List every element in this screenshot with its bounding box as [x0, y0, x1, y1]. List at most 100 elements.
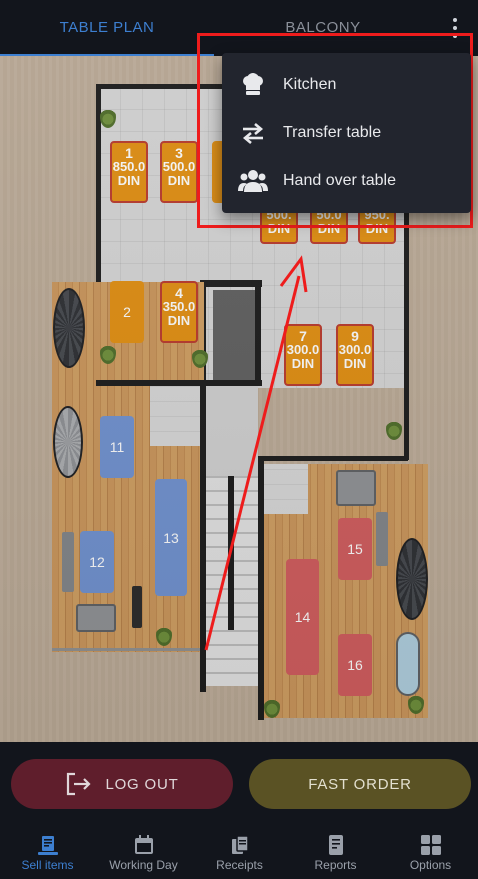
wall	[255, 280, 261, 384]
tab-table-plan[interactable]: TABLE PLAN	[0, 0, 214, 56]
table-currency: DIN	[167, 313, 191, 328]
logout-button[interactable]: LOG OUT	[11, 759, 233, 809]
plant-decoration	[100, 342, 116, 364]
right-terrace-floor	[262, 464, 428, 718]
table-4[interactable]: 4 350.0 DIN	[160, 281, 198, 343]
table-number: 4	[175, 285, 183, 301]
fast-order-button[interactable]: FAST ORDER	[249, 759, 471, 809]
table-amount: 500.0	[162, 159, 196, 174]
table-14[interactable]: 14	[286, 559, 319, 675]
chair-decoration	[132, 586, 142, 628]
table-amount: 350.0	[162, 299, 196, 314]
bottom-navigation: Sell items Working Day Receipts Reports …	[0, 828, 478, 879]
table-number: 7	[299, 328, 307, 344]
table-currency: DIN	[117, 173, 141, 188]
umbrella-decoration	[53, 288, 85, 368]
grid-icon	[420, 834, 442, 856]
menu-item-kitchen[interactable]: Kitchen	[222, 61, 471, 109]
table-currency: DIN	[167, 173, 191, 188]
staircase	[206, 476, 258, 686]
reports-icon	[325, 834, 347, 856]
nav-sell-items[interactable]: Sell items	[0, 828, 95, 879]
table-1[interactable]: 1 850.0 DIN	[110, 141, 148, 203]
table-7[interactable]: 7 300.0 DIN	[284, 324, 322, 386]
transfer-arrows-icon	[237, 119, 269, 147]
service-area	[150, 386, 208, 446]
table-currency: DIN	[343, 356, 367, 371]
left-terrace-floor	[52, 282, 204, 652]
umbrella-decoration	[53, 406, 83, 478]
nav-label: Reports	[314, 858, 357, 872]
logout-icon	[65, 771, 93, 797]
plant-decoration	[386, 418, 402, 440]
nav-receipts[interactable]: Receipts	[192, 828, 287, 879]
sofa-decoration	[396, 632, 420, 696]
receipts-icon	[229, 834, 251, 856]
plant-decoration	[264, 696, 280, 718]
action-bar: LOG OUT FAST ORDER	[0, 742, 478, 828]
table-number: 12	[89, 554, 105, 570]
plant-decoration	[192, 346, 208, 368]
table-currency: DIN	[291, 356, 315, 371]
table-amount: 850.0	[112, 159, 146, 174]
options-popup-menu: Kitchen Transfer table Hand over table	[222, 53, 471, 213]
chair-decoration	[62, 532, 74, 592]
sell-items-icon	[37, 834, 59, 856]
nav-label: Working Day	[109, 858, 178, 872]
table-9[interactable]: 9 300.0 DIN	[336, 324, 374, 386]
right-service-area	[262, 464, 308, 514]
chair-decoration	[376, 512, 388, 566]
table-amount: 300.0	[338, 342, 372, 357]
wall	[200, 280, 262, 287]
nav-options[interactable]: Options	[383, 828, 478, 879]
wall	[96, 84, 101, 384]
app-screen: TABLE PLAN BALCONY 1 850.0 DIN 3 500.0 D…	[0, 0, 478, 879]
table-number: 16	[347, 657, 363, 673]
table-16[interactable]: 16	[338, 634, 372, 696]
menu-item-transfer-table[interactable]: Transfer table	[222, 109, 471, 157]
table-number: 13	[163, 529, 179, 546]
table-13[interactable]: 13	[155, 479, 187, 596]
table-15[interactable]: 15	[338, 518, 372, 580]
menu-item-label: Hand over table	[283, 172, 396, 189]
plant-decoration	[156, 624, 172, 646]
fast-order-label: FAST ORDER	[308, 775, 412, 793]
sofa-decoration	[76, 604, 116, 632]
wall	[96, 380, 262, 386]
menu-item-label: Kitchen	[283, 76, 337, 93]
nav-label: Receipts	[216, 858, 263, 872]
plant-decoration	[100, 106, 116, 128]
table-amount: 300.0	[286, 342, 320, 357]
wall	[258, 456, 408, 461]
table-3[interactable]: 3 500.0 DIN	[160, 141, 198, 203]
table-number: 1	[125, 145, 133, 161]
wall	[228, 470, 234, 630]
calendar-icon	[133, 834, 155, 856]
corridor	[206, 386, 258, 476]
sofa-decoration	[336, 470, 376, 506]
table-number: 14	[294, 609, 311, 625]
menu-item-label: Transfer table	[283, 124, 382, 141]
nav-label: Options	[409, 858, 452, 872]
nav-reports[interactable]: Reports	[288, 828, 383, 879]
wall	[200, 280, 206, 384]
nav-working-day[interactable]: Working Day	[96, 828, 191, 879]
plant-decoration	[408, 692, 424, 714]
table-number: 15	[347, 541, 363, 557]
logout-label: LOG OUT	[105, 775, 179, 793]
table-2[interactable]: 2	[110, 281, 144, 343]
nav-label: Sell items	[21, 858, 74, 872]
table-11[interactable]: 11	[100, 416, 134, 478]
wall	[200, 386, 206, 692]
umbrella-decoration	[396, 538, 428, 620]
table-number: 3	[175, 145, 183, 161]
table-12[interactable]: 12	[80, 531, 114, 593]
chef-hat-icon	[237, 71, 269, 99]
inner-block	[213, 290, 258, 382]
wall	[52, 648, 204, 651]
table-number: 2	[123, 304, 131, 320]
table-number: 11	[109, 439, 125, 455]
menu-item-hand-over-table[interactable]: Hand over table	[222, 157, 471, 205]
wall	[258, 456, 264, 720]
people-icon	[237, 167, 269, 195]
